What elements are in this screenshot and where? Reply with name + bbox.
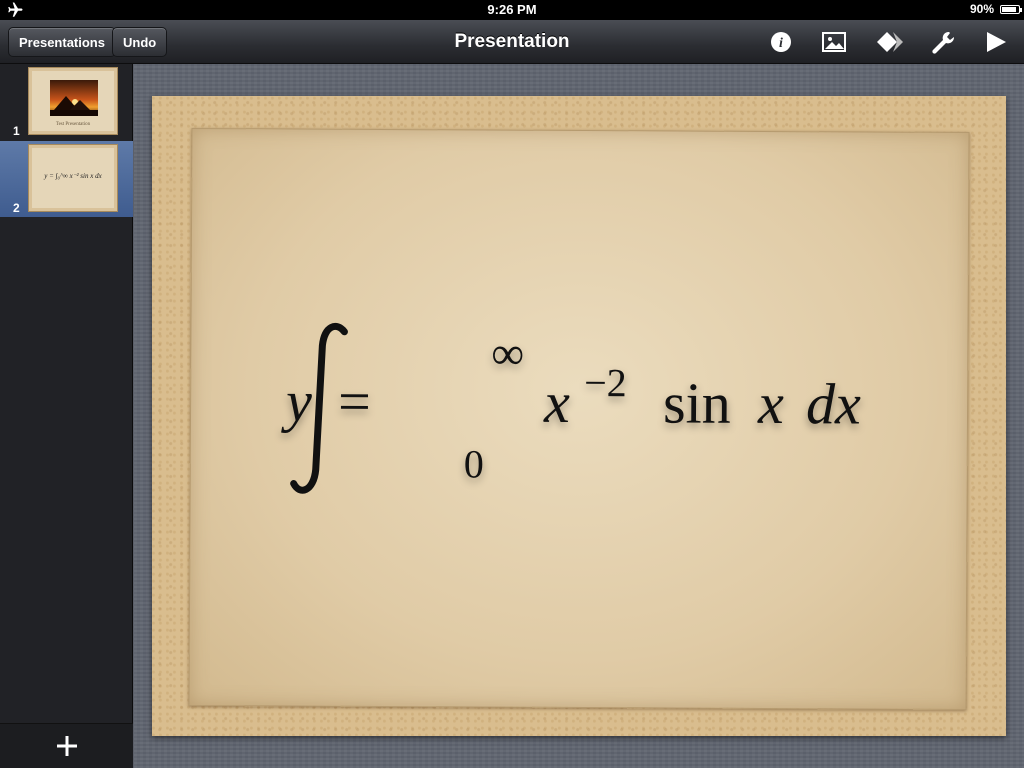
slide-number: 1 bbox=[13, 124, 20, 138]
status-time: 9:26 PM bbox=[487, 2, 537, 17]
info-icon[interactable]: i bbox=[767, 29, 795, 55]
slide-1-preview: Test Presentation bbox=[28, 67, 118, 135]
slide-number: 2 bbox=[13, 201, 20, 215]
equation-exponent: −2 bbox=[584, 360, 627, 406]
lower-limit: 0 bbox=[463, 441, 484, 487]
shapes-icon[interactable] bbox=[876, 29, 904, 55]
battery-percent: 90% bbox=[969, 2, 994, 16]
slide-thumbnail-2[interactable]: y = ∫₀^∞ x⁻² sin x dx 2 bbox=[0, 141, 133, 217]
status-bar: 9:26 PM 90% bbox=[0, 0, 1024, 20]
slide-canvas: y = ∞ 0 x −2 sin x dx bbox=[134, 64, 1024, 768]
paper-frame: y = ∞ 0 x −2 sin x dx bbox=[188, 127, 970, 711]
equation-argument: x bbox=[757, 370, 785, 437]
equation-variable-y: y bbox=[285, 368, 313, 434]
plus-icon[interactable] bbox=[55, 734, 79, 758]
current-slide[interactable]: y = ∞ 0 x −2 sin x dx bbox=[152, 96, 1006, 736]
pyramids-photo bbox=[50, 80, 98, 116]
equation-base: x bbox=[543, 369, 571, 435]
slide-2-formula: y = ∫₀^∞ x⁻² sin x dx bbox=[44, 172, 102, 180]
upper-limit: ∞ bbox=[491, 327, 525, 379]
slide-2-preview: y = ∫₀^∞ x⁻² sin x dx bbox=[28, 144, 118, 212]
equation-equals: = bbox=[337, 368, 371, 434]
presentations-button[interactable]: Presentations bbox=[8, 27, 116, 57]
navigator-footer bbox=[0, 723, 133, 768]
toolbar: Presentations Undo Presentation i bbox=[0, 20, 1024, 64]
undo-button[interactable]: Undo bbox=[112, 27, 168, 57]
media-icon[interactable] bbox=[820, 29, 848, 55]
wrench-icon[interactable] bbox=[929, 29, 957, 55]
slide-thumbnail-1[interactable]: Test Presentation 1 bbox=[0, 64, 133, 140]
equation-differential: dx bbox=[805, 371, 862, 437]
play-icon[interactable] bbox=[982, 29, 1010, 55]
equation-function: sin bbox=[662, 370, 731, 436]
equation[interactable]: y = ∞ 0 x −2 sin x dx bbox=[285, 319, 926, 522]
slide-1-caption: Test Presentation bbox=[55, 122, 91, 127]
svg-text:i: i bbox=[779, 36, 783, 51]
battery-icon bbox=[1000, 5, 1022, 14]
slide-navigator: Test Presentation 1 y = ∫₀^∞ x⁻² sin x d… bbox=[0, 64, 133, 768]
